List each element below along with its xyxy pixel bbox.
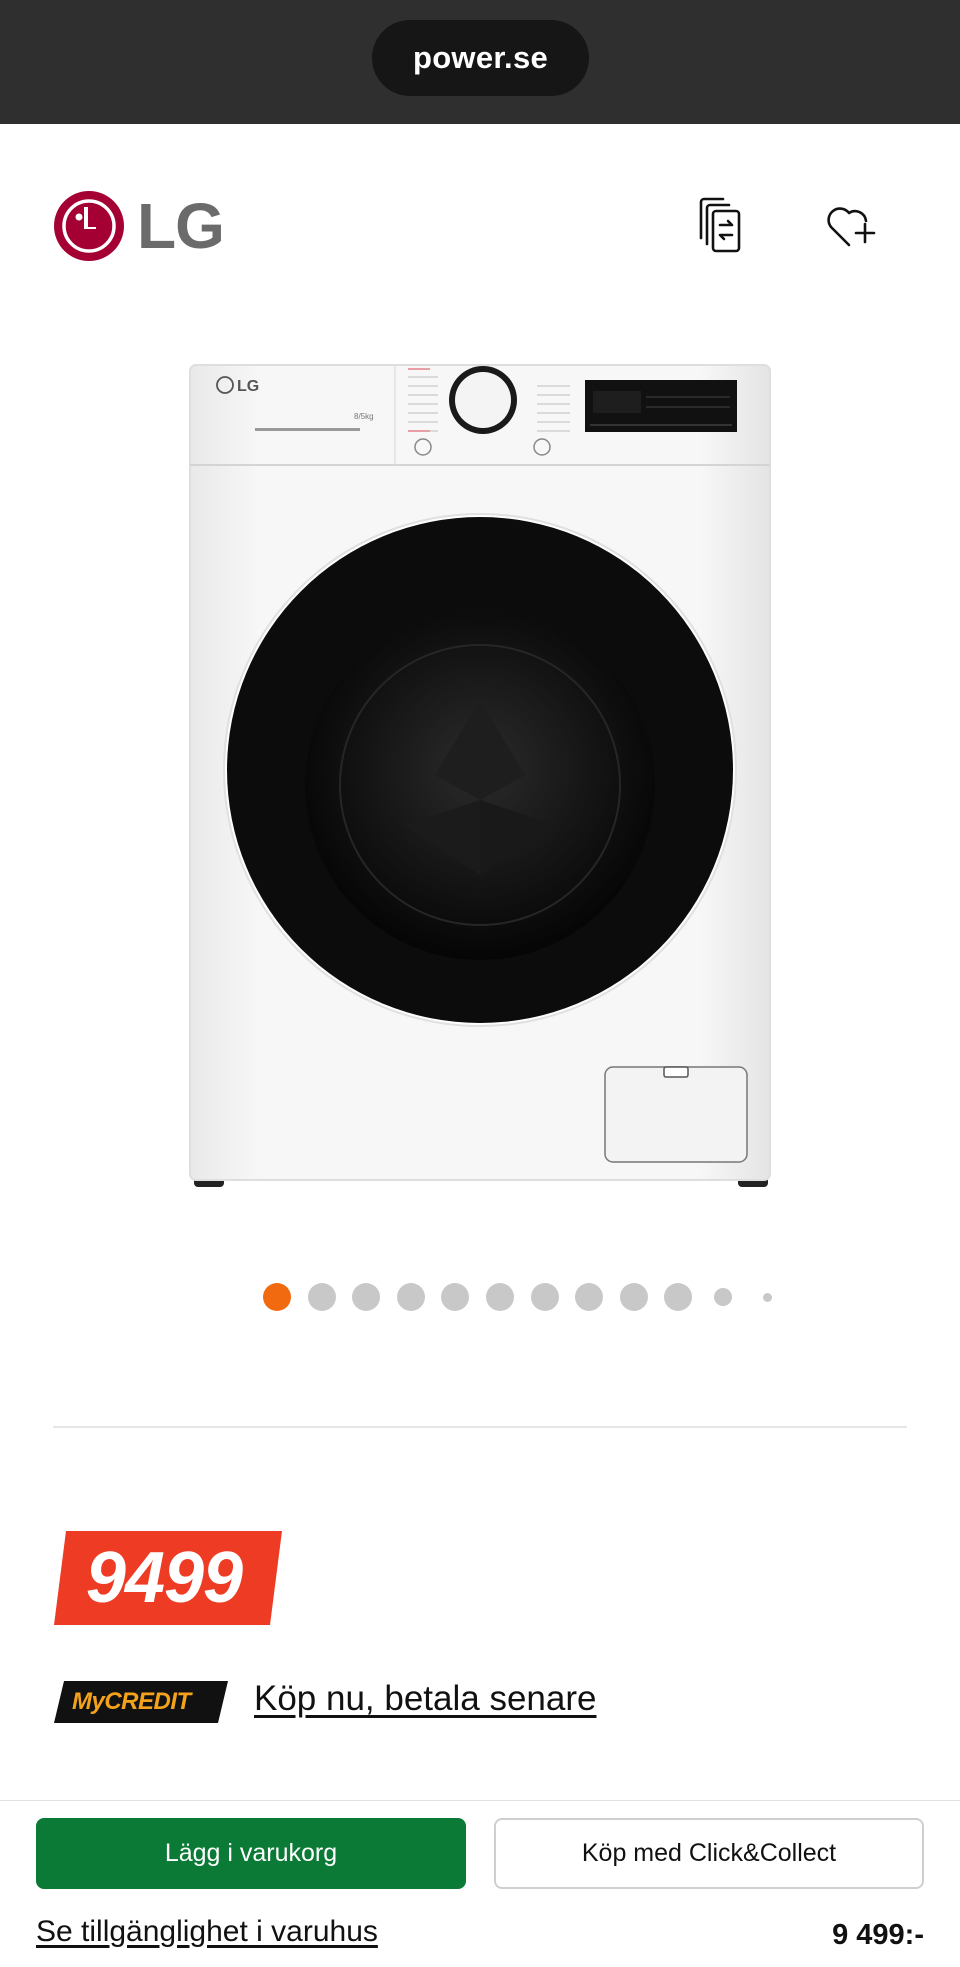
- carousel-dot[interactable]: [530, 1283, 559, 1311]
- compare-button[interactable]: [686, 192, 752, 258]
- wishlist-button[interactable]: [818, 192, 884, 258]
- mycredit-logo-text: MyCREDIT: [72, 1688, 191, 1715]
- carousel-dot[interactable]: [762, 1292, 772, 1302]
- click-collect-button[interactable]: Köp med Click&Collect: [494, 1818, 924, 1889]
- carousel-dot[interactable]: [619, 1283, 648, 1311]
- brand-logo[interactable]: LG: [53, 190, 225, 262]
- buy-now-pay-later-link[interactable]: Köp nu, betala senare: [254, 1679, 596, 1719]
- carousel-dot[interactable]: [664, 1283, 693, 1311]
- url-text: power.se: [412, 40, 549, 75]
- bottom-price: 9 499:-: [832, 1919, 924, 1951]
- mycredit-logo: MyCREDIT: [54, 1681, 228, 1723]
- product-image[interactable]: LG 8/5kg: [180, 355, 780, 1200]
- carousel-dot[interactable]: [441, 1283, 470, 1311]
- svg-text:LG: LG: [237, 378, 259, 395]
- carousel-dot[interactable]: [713, 1288, 732, 1306]
- carousel-dot-active[interactable]: [263, 1283, 291, 1311]
- lg-emblem-icon: [54, 191, 124, 261]
- compare-icon: [699, 197, 741, 253]
- brand-name: LG: [137, 190, 225, 262]
- price-badge-value: 9499: [85, 1538, 243, 1618]
- washing-machine-image: LG 8/5kg: [189, 364, 771, 1187]
- carousel-dot[interactable]: [307, 1283, 336, 1311]
- carousel-dot[interactable]: [575, 1283, 604, 1311]
- store-availability-link[interactable]: Se tillgänglighet i varuhus: [36, 1915, 378, 1949]
- carousel-dot[interactable]: [485, 1283, 514, 1311]
- add-to-cart-button[interactable]: Lägg i varukorg: [36, 1818, 466, 1889]
- image-carousel-dots: [263, 1283, 789, 1311]
- price-badge: 9499: [54, 1531, 282, 1625]
- heart-plus-icon: [827, 207, 876, 247]
- carousel-dot[interactable]: [352, 1283, 381, 1311]
- url-field[interactable]: power.se: [372, 20, 589, 96]
- carousel-dot[interactable]: [396, 1283, 425, 1311]
- section-divider: [53, 1426, 907, 1428]
- sticky-purchase-bar: Lägg i varukorg Köp med Click&Collect Se…: [0, 1800, 960, 1967]
- browser-url-bar: power.se: [0, 0, 960, 124]
- svg-text:8/5kg: 8/5kg: [354, 412, 374, 421]
